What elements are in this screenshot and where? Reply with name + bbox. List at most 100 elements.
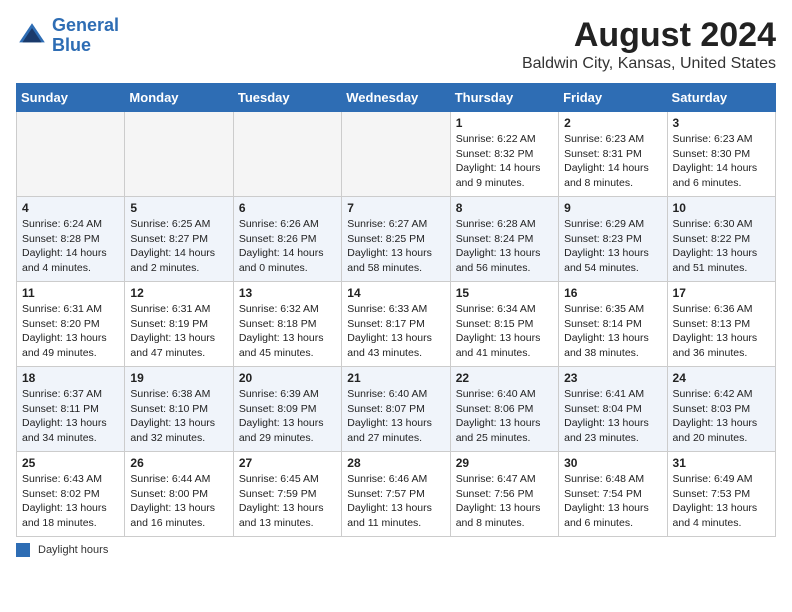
day-number: 16 — [564, 286, 661, 300]
day-number: 26 — [130, 456, 227, 470]
calendar-cell: 31 Sunrise: 6:49 AM Sunset: 7:53 PM Dayli… — [667, 452, 775, 537]
day-number: 24 — [673, 371, 770, 385]
calendar-cell: 10Sunrise: 6:30 AM Sunset: 8:22 PM Dayli… — [667, 197, 775, 282]
calendar-cell — [233, 112, 341, 197]
day-number: 9 — [564, 201, 661, 215]
calendar-cell: 14 Sunrise: 6:33 AM Sunset: 8:17 PM Dayli… — [342, 282, 450, 367]
calendar-cell: 20 Sunrise: 6:39 AM Sunset: 8:09 PM Dayli… — [233, 367, 341, 452]
calendar-cell: 1 Sunrise: 6:22 AM Sunset: 8:32 PM Daylig… — [450, 112, 558, 197]
day-number: 14 — [347, 286, 444, 300]
calendar-cell: 26 Sunrise: 6:44 AM Sunset: 8:00 PM Dayli… — [125, 452, 233, 537]
day-info: Sunrise: 6:31 AM Sunset: 8:20 PM Dayligh… — [22, 302, 119, 361]
calendar-cell: 27Sunrise: 6:45 AM Sunset: 7:59 PM Dayli… — [233, 452, 341, 537]
day-info: Sunrise: 6:38 AM Sunset: 8:10 PM Dayligh… — [130, 387, 227, 446]
day-info: Sunrise: 6:33 AM Sunset: 8:17 PM Dayligh… — [347, 302, 444, 361]
calendar-week-row: 1 Sunrise: 6:22 AM Sunset: 8:32 PM Daylig… — [17, 112, 776, 197]
calendar-cell: 17Sunrise: 6:36 AM Sunset: 8:13 PM Dayli… — [667, 282, 775, 367]
day-number: 3 — [673, 116, 770, 130]
calendar-cell: 23Sunrise: 6:41 AM Sunset: 8:04 PM Dayli… — [559, 367, 667, 452]
calendar-cell — [125, 112, 233, 197]
day-info: Sunrise: 6:25 AM Sunset: 8:27 PM Dayligh… — [130, 217, 227, 276]
calendar-cell — [17, 112, 125, 197]
calendar-cell: 9 Sunrise: 6:29 AM Sunset: 8:23 PM Daylig… — [559, 197, 667, 282]
calendar-week-row: 18 Sunrise: 6:37 AM Sunset: 8:11 PM Dayli… — [17, 367, 776, 452]
day-info: Sunrise: 6:26 AM Sunset: 8:26 PM Dayligh… — [239, 217, 336, 276]
logo-name: GeneralBlue — [52, 16, 119, 56]
logo: GeneralBlue — [16, 16, 119, 56]
calendar-week-row: 11 Sunrise: 6:31 AM Sunset: 8:20 PM Dayli… — [17, 282, 776, 367]
calendar-day-header: Saturday — [667, 84, 775, 112]
calendar-cell: 24Sunrise: 6:42 AM Sunset: 8:03 PM Dayli… — [667, 367, 775, 452]
page-header: GeneralBlue August 2024 Baldwin City, Ka… — [16, 16, 776, 73]
day-info: Sunrise: 6:37 AM Sunset: 8:11 PM Dayligh… — [22, 387, 119, 446]
calendar-cell: 3Sunrise: 6:23 AM Sunset: 8:30 PM Daylig… — [667, 112, 775, 197]
day-number: 22 — [456, 371, 553, 385]
day-number: 19 — [130, 371, 227, 385]
day-number: 4 — [22, 201, 119, 215]
day-number: 23 — [564, 371, 661, 385]
day-info: Sunrise: 6:24 AM Sunset: 8:28 PM Dayligh… — [22, 217, 119, 276]
calendar-day-header: Sunday — [17, 84, 125, 112]
calendar-day-header: Tuesday — [233, 84, 341, 112]
calendar-cell: 15Sunrise: 6:34 AM Sunset: 8:15 PM Dayli… — [450, 282, 558, 367]
calendar-cell — [342, 112, 450, 197]
logo-icon — [16, 20, 48, 52]
day-info: Sunrise: 6:34 AM Sunset: 8:15 PM Dayligh… — [456, 302, 553, 361]
day-number: 20 — [239, 371, 336, 385]
main-title: August 2024 — [522, 16, 776, 55]
day-info: Sunrise: 6:45 AM Sunset: 7:59 PM Dayligh… — [239, 472, 336, 531]
day-number: 2 — [564, 116, 661, 130]
day-number: 12 — [130, 286, 227, 300]
day-number: 11 — [22, 286, 119, 300]
calendar-cell: 5Sunrise: 6:25 AM Sunset: 8:27 PM Daylig… — [125, 197, 233, 282]
day-info: Sunrise: 6:40 AM Sunset: 8:07 PM Dayligh… — [347, 387, 444, 446]
day-number: 31 — [673, 456, 770, 470]
day-info: Sunrise: 6:23 AM Sunset: 8:31 PM Dayligh… — [564, 132, 661, 191]
calendar-cell: 13 Sunrise: 6:32 AM Sunset: 8:18 PM Dayli… — [233, 282, 341, 367]
day-info: Sunrise: 6:29 AM Sunset: 8:23 PM Dayligh… — [564, 217, 661, 276]
day-info: Sunrise: 6:49 AM Sunset: 7:53 PM Dayligh… — [673, 472, 770, 531]
day-info: Sunrise: 6:46 AM Sunset: 7:57 PM Dayligh… — [347, 472, 444, 531]
day-number: 1 — [456, 116, 553, 130]
day-info: Sunrise: 6:43 AM Sunset: 8:02 PM Dayligh… — [22, 472, 119, 531]
day-number: 17 — [673, 286, 770, 300]
subtitle: Baldwin City, Kansas, United States — [522, 55, 776, 73]
title-area: August 2024 Baldwin City, Kansas, United… — [522, 16, 776, 73]
day-info: Sunrise: 6:47 AM Sunset: 7:56 PM Dayligh… — [456, 472, 553, 531]
day-info: Sunrise: 6:22 AM Sunset: 8:32 PM Dayligh… — [456, 132, 553, 191]
day-info: Sunrise: 6:28 AM Sunset: 8:24 PM Dayligh… — [456, 217, 553, 276]
calendar-cell: 2 Sunrise: 6:23 AM Sunset: 8:31 PM Daylig… — [559, 112, 667, 197]
calendar-week-row: 25 Sunrise: 6:43 AM Sunset: 8:02 PM Dayli… — [17, 452, 776, 537]
day-number: 21 — [347, 371, 444, 385]
day-info: Sunrise: 6:39 AM Sunset: 8:09 PM Dayligh… — [239, 387, 336, 446]
calendar-cell: 8Sunrise: 6:28 AM Sunset: 8:24 PM Daylig… — [450, 197, 558, 282]
calendar-cell: 28 Sunrise: 6:46 AM Sunset: 7:57 PM Dayli… — [342, 452, 450, 537]
day-info: Sunrise: 6:44 AM Sunset: 8:00 PM Dayligh… — [130, 472, 227, 531]
calendar-cell: 18 Sunrise: 6:37 AM Sunset: 8:11 PM Dayli… — [17, 367, 125, 452]
calendar-cell: 11 Sunrise: 6:31 AM Sunset: 8:20 PM Dayli… — [17, 282, 125, 367]
day-number: 29 — [456, 456, 553, 470]
day-number: 13 — [239, 286, 336, 300]
calendar-cell: 29 Sunrise: 6:47 AM Sunset: 7:56 PM Dayli… — [450, 452, 558, 537]
day-info: Sunrise: 6:35 AM Sunset: 8:14 PM Dayligh… — [564, 302, 661, 361]
calendar-cell: 6 Sunrise: 6:26 AM Sunset: 8:26 PM Daylig… — [233, 197, 341, 282]
day-info: Sunrise: 6:48 AM Sunset: 7:54 PM Dayligh… — [564, 472, 661, 531]
calendar-day-header: Wednesday — [342, 84, 450, 112]
calendar-cell: 21 Sunrise: 6:40 AM Sunset: 8:07 PM Dayli… — [342, 367, 450, 452]
day-number: 18 — [22, 371, 119, 385]
calendar-day-header: Monday — [125, 84, 233, 112]
day-info: Sunrise: 6:31 AM Sunset: 8:19 PM Dayligh… — [130, 302, 227, 361]
day-info: Sunrise: 6:30 AM Sunset: 8:22 PM Dayligh… — [673, 217, 770, 276]
calendar-cell: 25 Sunrise: 6:43 AM Sunset: 8:02 PM Dayli… — [17, 452, 125, 537]
calendar-cell: 7Sunrise: 6:27 AM Sunset: 8:25 PM Daylig… — [342, 197, 450, 282]
day-number: 6 — [239, 201, 336, 215]
calendar-cell: 19 Sunrise: 6:38 AM Sunset: 8:10 PM Dayli… — [125, 367, 233, 452]
day-number: 30 — [564, 456, 661, 470]
legend-label: Daylight hours — [38, 544, 108, 556]
day-info: Sunrise: 6:40 AM Sunset: 8:06 PM Dayligh… — [456, 387, 553, 446]
day-number: 25 — [22, 456, 119, 470]
calendar-cell: 4 Sunrise: 6:24 AM Sunset: 8:28 PM Daylig… — [17, 197, 125, 282]
day-info: Sunrise: 6:32 AM Sunset: 8:18 PM Dayligh… — [239, 302, 336, 361]
day-number: 28 — [347, 456, 444, 470]
calendar-cell: 30 Sunrise: 6:48 AM Sunset: 7:54 PM Dayli… — [559, 452, 667, 537]
